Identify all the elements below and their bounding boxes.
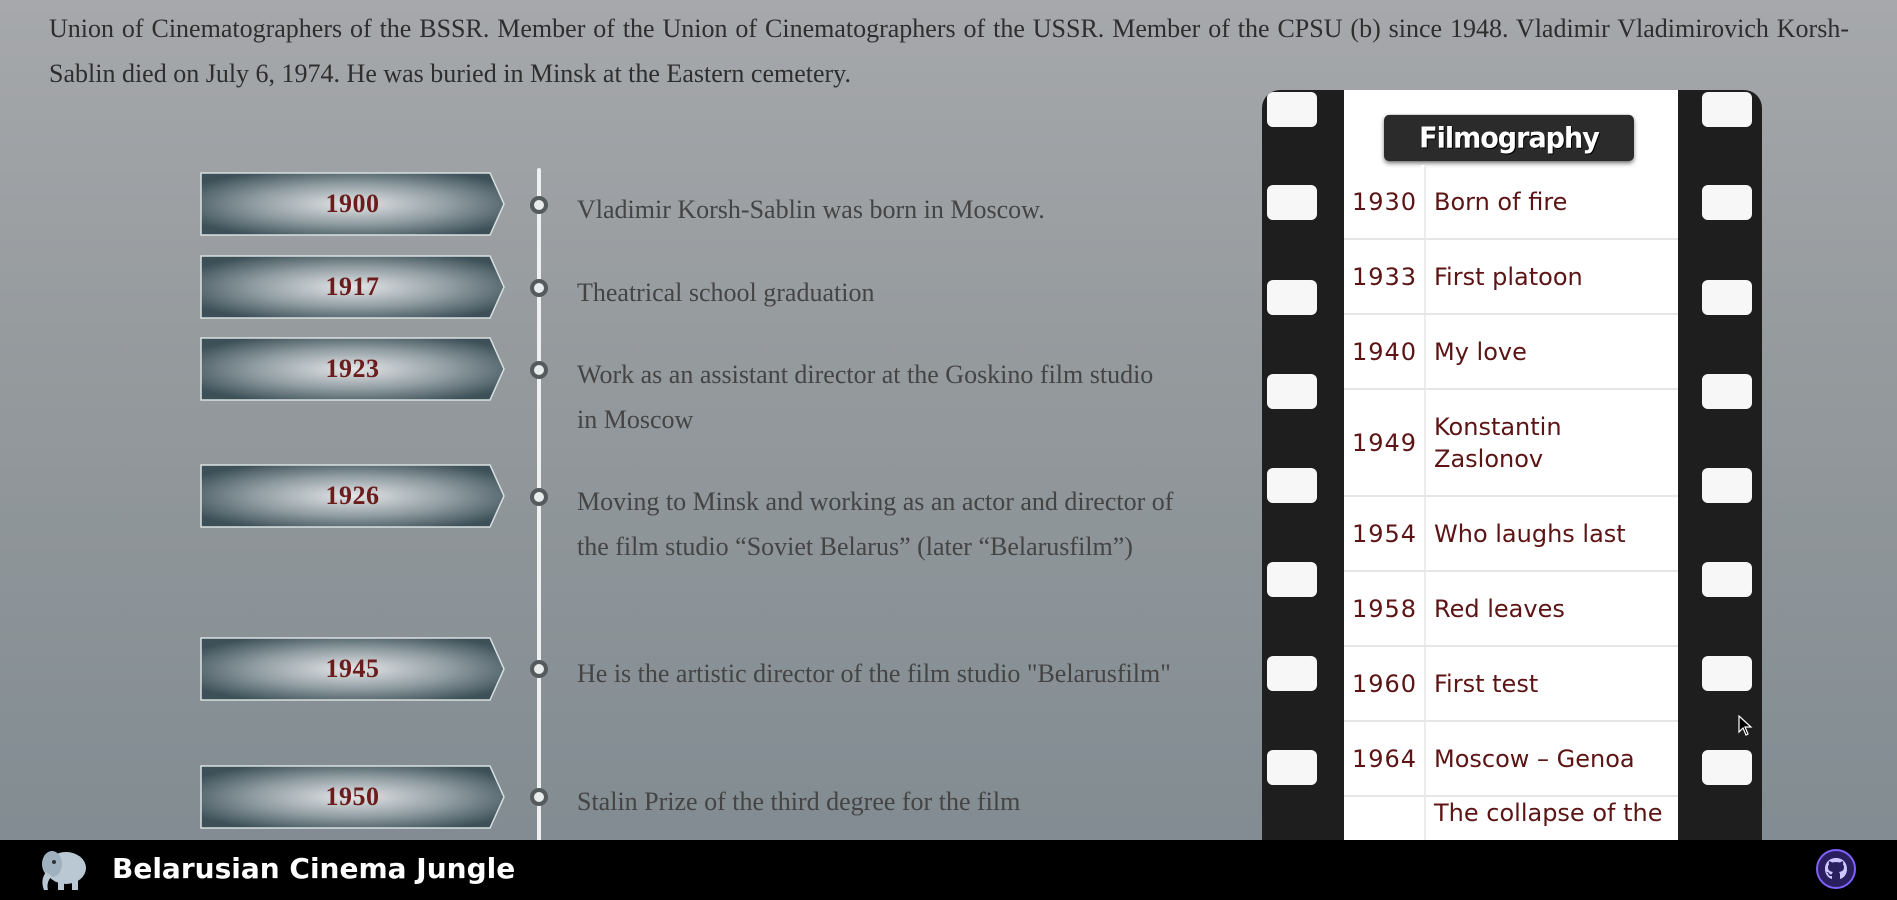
list-item[interactable]: 1960 First test (1344, 647, 1678, 722)
github-icon[interactable] (1816, 849, 1856, 889)
filmography-title: Filmography (1384, 114, 1634, 162)
film-year: 1933 (1344, 240, 1424, 313)
timeline-dot (530, 788, 548, 806)
timeline-text: Work as an assistant director at the Gos… (577, 360, 1154, 434)
film-name: First test (1424, 647, 1678, 720)
timeline-year: 1926 (325, 481, 380, 510)
list-item[interactable]: 1964 Moscow – Genoa (1344, 722, 1678, 797)
film-perforation (1702, 656, 1752, 691)
timeline-year-badge: 1926 (200, 464, 505, 528)
list-item[interactable]: 1949 Konstantin Zaslonov (1344, 390, 1678, 497)
film-perforation (1702, 92, 1752, 127)
film-perforation (1702, 185, 1752, 220)
film-year: 1964 (1344, 722, 1424, 795)
film-year: 1940 (1344, 315, 1424, 388)
film-perforation (1267, 374, 1317, 409)
film-perforation (1702, 280, 1752, 315)
timeline-text: Stalin Prize of the third degree for the… (577, 787, 1021, 816)
film-name: Who laughs last (1424, 497, 1678, 570)
mouse-cursor-icon (1738, 715, 1753, 736)
film-name: My love (1424, 315, 1678, 388)
timeline-year-badge: 1945 (200, 637, 505, 701)
timeline-text: He is the artistic director of the film … (577, 659, 1171, 688)
timeline-dot (530, 488, 548, 506)
film-name: Konstantin Zaslonov (1424, 390, 1678, 495)
film-perforation (1267, 562, 1317, 597)
film-name: First platoon (1424, 240, 1678, 313)
film-name: Moscow – Genoa (1424, 722, 1678, 795)
list-item[interactable]: 1940 My love (1344, 315, 1678, 390)
film-year: 1958 (1344, 572, 1424, 645)
film-perforation (1267, 92, 1317, 127)
timeline-year-badge: 1923 (200, 337, 505, 401)
timeline-dot (530, 279, 548, 297)
film-year: 1960 (1344, 647, 1424, 720)
film-year: 1930 (1344, 165, 1424, 238)
timeline-text: Vladimir Korsh-Sablin was born in Moscow… (577, 195, 1045, 224)
timeline-year: 1950 (325, 782, 380, 811)
timeline: 1900 Vladimir Korsh-Sablin was born in M… (0, 0, 1250, 848)
footer: Belarusian Cinema Jungle (0, 840, 1897, 900)
timeline-dot (530, 196, 548, 214)
timeline-year: 1900 (325, 189, 380, 218)
film-perforation (1267, 280, 1317, 315)
timeline-year-badge: 1900 (200, 172, 505, 236)
film-year: 1949 (1344, 390, 1424, 495)
film-perforation (1702, 468, 1752, 503)
timeline-dot (530, 660, 548, 678)
film-perforation (1267, 656, 1317, 691)
film-perforation (1702, 750, 1752, 785)
timeline-line (537, 168, 541, 848)
elephant-icon[interactable] (36, 846, 90, 894)
film-perforation (1267, 750, 1317, 785)
film-name: Born of fire (1424, 165, 1678, 238)
timeline-text: Moving to Minsk and working as an actor … (577, 487, 1174, 561)
film-perforation (1702, 374, 1752, 409)
film-perforation (1267, 468, 1317, 503)
timeline-year-badge: 1950 (200, 765, 505, 829)
timeline-dot (530, 361, 548, 379)
list-item[interactable]: 1933 First platoon (1344, 240, 1678, 315)
timeline-year: 1923 (325, 354, 380, 383)
film-year: 1954 (1344, 497, 1424, 570)
list-item[interactable]: 1958 Red leaves (1344, 572, 1678, 647)
timeline-year: 1945 (325, 654, 380, 683)
list-item[interactable]: 1954 Who laughs last (1344, 497, 1678, 572)
filmography-panel: Filmography 1930 Born of fire 1933 First… (1262, 90, 1762, 850)
film-name: Red leaves (1424, 572, 1678, 645)
timeline-year-badge: 1917 (200, 255, 505, 319)
film-perforation (1702, 562, 1752, 597)
site-title[interactable]: Belarusian Cinema Jungle (112, 852, 515, 885)
list-item[interactable]: 1930 Born of fire (1344, 165, 1678, 240)
filmography-list: 1930 Born of fire 1933 First platoon 194… (1344, 165, 1678, 850)
film-perforation (1267, 185, 1317, 220)
timeline-text: Theatrical school graduation (577, 278, 875, 307)
timeline-year: 1917 (325, 272, 380, 301)
